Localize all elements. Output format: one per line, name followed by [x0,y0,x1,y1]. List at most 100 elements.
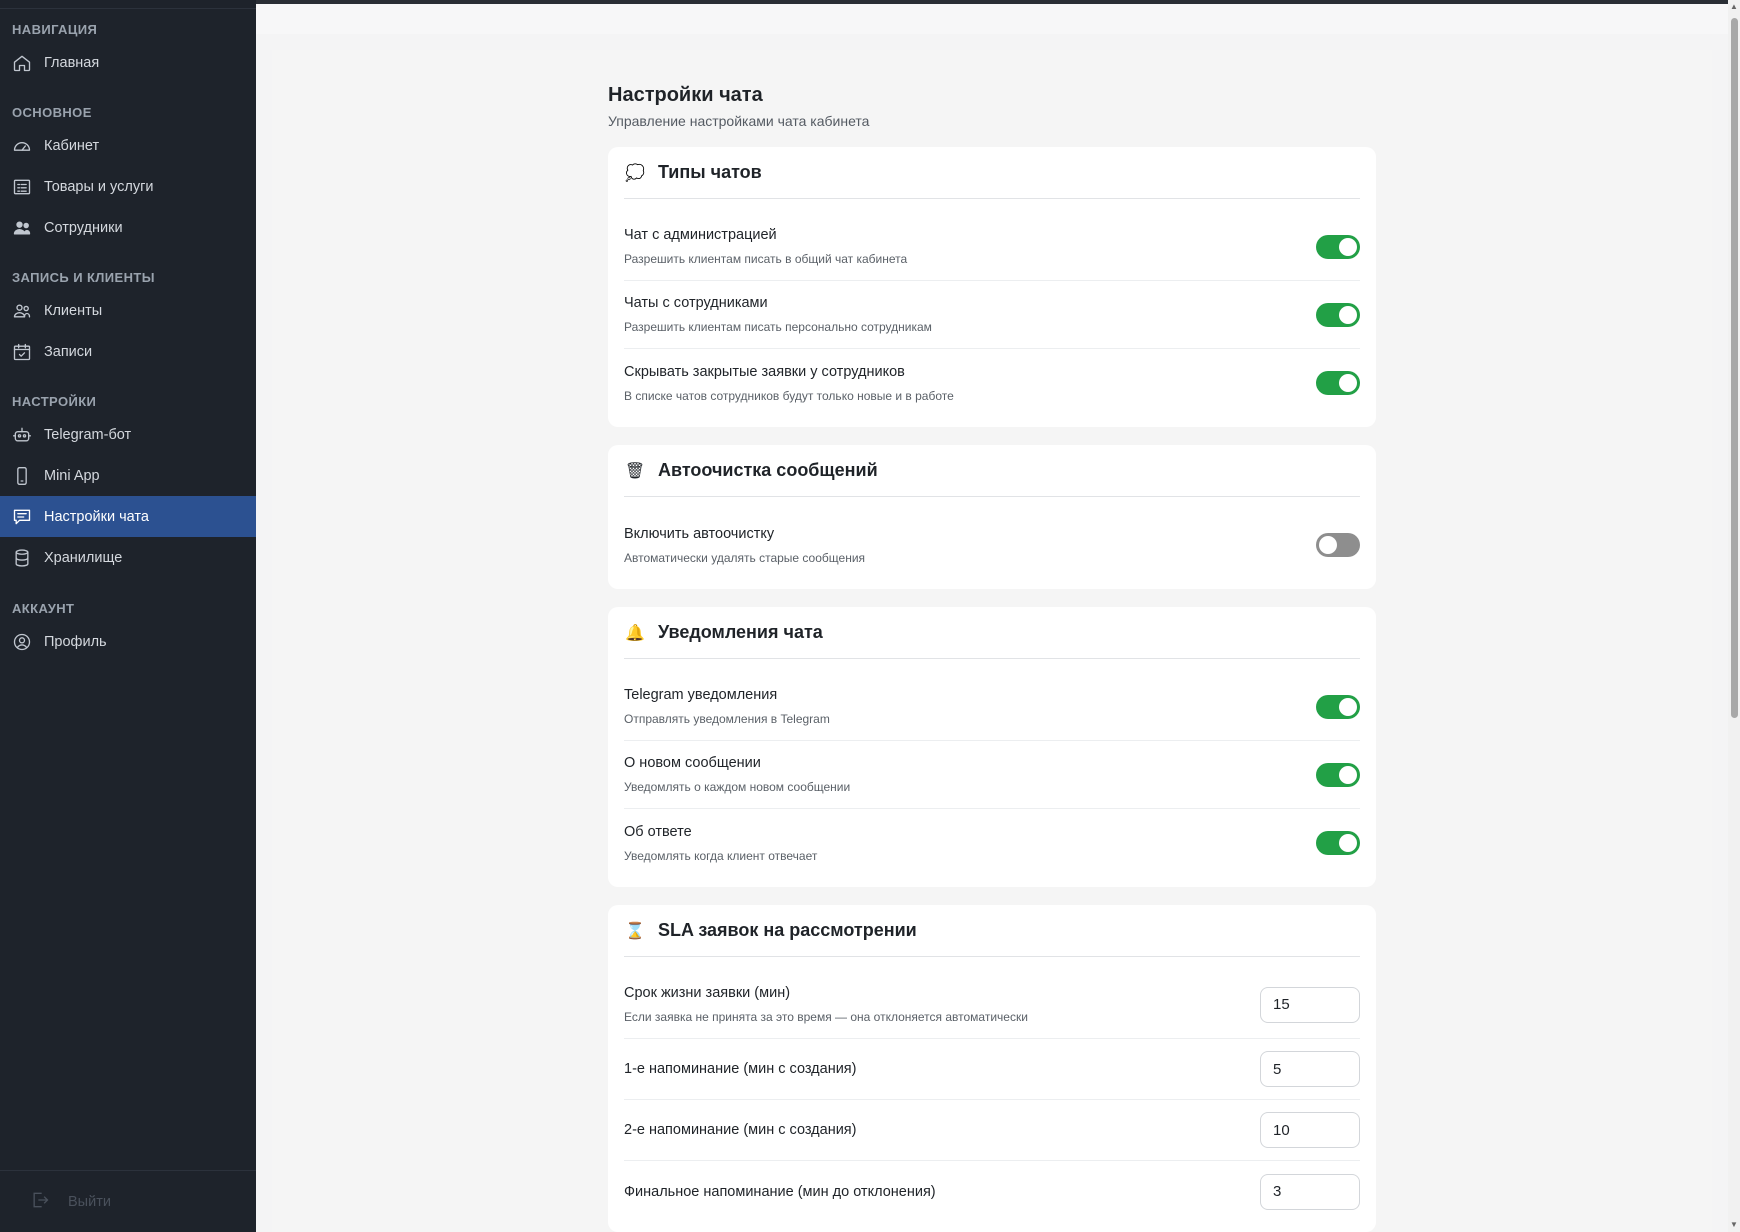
sidebar-item-label: Настройки чата [44,508,149,525]
page-subtitle: Управление настройками чата кабинета [608,113,870,129]
users-icon [12,218,32,238]
setting-label: Скрывать закрытые заявки у сотрудников [624,363,905,380]
autoclean-card: 🗑 Автоочистка сообщений Включить автоочи… [608,445,1376,589]
toggle-knob [1339,374,1357,392]
sidebar: НАВИГАЦИЯ Главная ОСНОВНОЕ Кабинет Товар… [0,0,256,1232]
page-title: Настройки чата [608,84,763,106]
card-header: 🗑 Автоочистка сообщений [624,445,1360,497]
sidebar-top-divider [0,0,256,9]
nav-section-main: ОСНОВНОЕ [12,105,92,120]
top-bar [256,0,1728,34]
clients-icon [12,301,32,321]
sidebar-item-label: Telegram-бот [44,426,132,443]
setting-label: Включить автоочистку [624,525,775,542]
sidebar-item-home[interactable]: Главная [0,42,256,83]
setting-label: Чаты с сотрудниками [624,295,768,311]
setting-label: О новом сообщении [624,755,761,771]
card-title: Уведомления чата [658,622,823,642]
setting-label: Чат с администрацией [624,227,777,243]
setting-description: Уведомлять когда клиент отвечает [624,848,818,863]
toggle-knob [1339,765,1357,784]
sidebar-item-label: Клиенты [44,302,103,319]
nav-section-navigation: НАВИГАЦИЯ [12,22,98,37]
sidebar-item-label: Хранилище [44,549,123,566]
sidebar-item-mini-app[interactable]: Mini App [0,455,256,496]
second-reminder-input[interactable]: 10 [1260,1112,1360,1148]
nav-section-booking: ЗАПИСЬ И КЛИЕНТЫ [12,270,155,285]
setting-row-telegram-notify: Telegram уведомления Отправлять уведомле… [624,673,1360,741]
home-icon [12,53,32,73]
trash-icon: 🗑 [624,462,646,480]
notifications-card: 🔔 Уведомления чата Telegram уведомления … [608,607,1376,887]
setting-description: Уведомлять о каждом новом сообщении [624,780,851,794]
page-scrollbar[interactable]: ▲ ▼ [1728,0,1740,1232]
sidebar-item-profile[interactable]: Профиль [0,621,256,662]
sidebar-item-appointments[interactable]: Записи [0,331,256,372]
sla-card: ⌛ SLA заявок на рассмотрении Срок жизни … [608,905,1376,1232]
setting-row-first-reminder: 1-е напоминание (мин с создания) 5 [624,1039,1360,1100]
logout-button[interactable]: Выйти [0,1170,256,1232]
setting-label: Финальное напоминание (мин до отклонения… [624,1183,936,1200]
final-reminder-input[interactable]: 3 [1260,1173,1360,1210]
sidebar-item-clients[interactable]: Клиенты [0,290,256,331]
sidebar-item-storage[interactable]: Хранилище [0,537,256,578]
toggle-knob [1339,305,1357,324]
database-icon [12,548,32,568]
scroll-down-icon[interactable]: ▼ [1729,1220,1739,1230]
phone-icon [12,466,32,486]
setting-row-autoclean: Включить автоочистку Автоматически удаля… [624,511,1360,579]
setting-row-admin-chat: Чат с администрацией Разрешить клиентам … [624,213,1360,281]
setting-description: Разрешить клиентам писать в общий чат ка… [624,252,908,266]
setting-label: Срок жизни заявки (мин) [624,985,791,1001]
admin-chat-toggle[interactable] [1316,234,1360,259]
setting-row-hide-closed: Скрывать закрытые заявки у сотрудников В… [624,349,1360,417]
telegram-notify-toggle[interactable] [1316,694,1360,719]
card-title: SLA заявок на рассмотрении [658,920,917,940]
sidebar-item-label: Mini App [44,467,100,484]
sidebar-item-chat-settings[interactable]: Настройки чата [0,496,256,537]
sidebar-item-label: Записи [44,343,93,360]
setting-label: Об ответе [624,823,692,840]
profile-icon [12,632,32,652]
card-header: 🔔 Уведомления чата [624,607,1360,659]
sidebar-item-cabinet[interactable]: Кабинет [0,125,256,166]
scroll-up-icon[interactable]: ▲ [1729,2,1739,12]
thought-bubble-icon: 💭 [625,164,645,182]
robot-icon [12,425,32,445]
bell-icon: 🔔 [625,624,645,642]
setting-description: Разрешить клиентам писать персонально со… [624,320,932,334]
setting-row-second-reminder: 2-е напоминание (мин с создания) 10 [624,1100,1360,1161]
nav-section-account: АККАУНТ [12,601,75,616]
dashboard-icon [12,136,32,156]
chat-icon [12,507,32,527]
ticket-lifetime-input[interactable]: 15 [1260,986,1360,1023]
sidebar-item-label: Сотрудники [44,219,123,236]
sidebar-item-staff[interactable]: Сотрудники [0,207,256,248]
card-title: Автоочистка сообщений [658,460,878,480]
setting-row-new-message: О новом сообщении Уведомлять о каждом но… [624,741,1360,809]
reply-toggle[interactable] [1316,831,1360,855]
setting-description: Если заявка не принята за это время — он… [624,1010,1028,1024]
hide-closed-toggle[interactable] [1316,371,1360,395]
sidebar-item-telegram-bot[interactable]: Telegram-бот [0,414,256,455]
chat-types-card: 💭 Типы чатов Чат с администрацией Разреш… [608,147,1376,427]
staff-chats-toggle[interactable] [1316,302,1360,327]
sidebar-item-label: Профиль [44,633,107,650]
logout-icon [30,1190,50,1214]
calendar-check-icon [12,342,32,362]
hourglass-icon: ⌛ [625,922,645,940]
setting-row-reply: Об ответе Уведомлять когда клиент отвеча… [624,809,1360,877]
list-icon [12,177,32,197]
scrollbar-thumb[interactable] [1731,18,1738,718]
setting-row-final-reminder: Финальное напоминание (мин до отклонения… [624,1161,1360,1222]
setting-label: 2-е напоминание (мин с создания) [624,1122,857,1138]
setting-label: 1-е напоминание (мин с создания) [624,1061,857,1077]
nav-section-settings: НАСТРОЙКИ [12,394,97,409]
main-content: Настройки чата Управление настройками ча… [272,50,1712,1232]
first-reminder-input[interactable]: 5 [1260,1051,1360,1087]
sidebar-item-label: Товары и услуги [44,178,154,195]
sidebar-item-products[interactable]: Товары и услуги [0,166,256,207]
new-message-toggle[interactable] [1316,762,1360,787]
autoclean-toggle[interactable] [1316,533,1360,557]
logout-label: Выйти [68,1193,111,1210]
